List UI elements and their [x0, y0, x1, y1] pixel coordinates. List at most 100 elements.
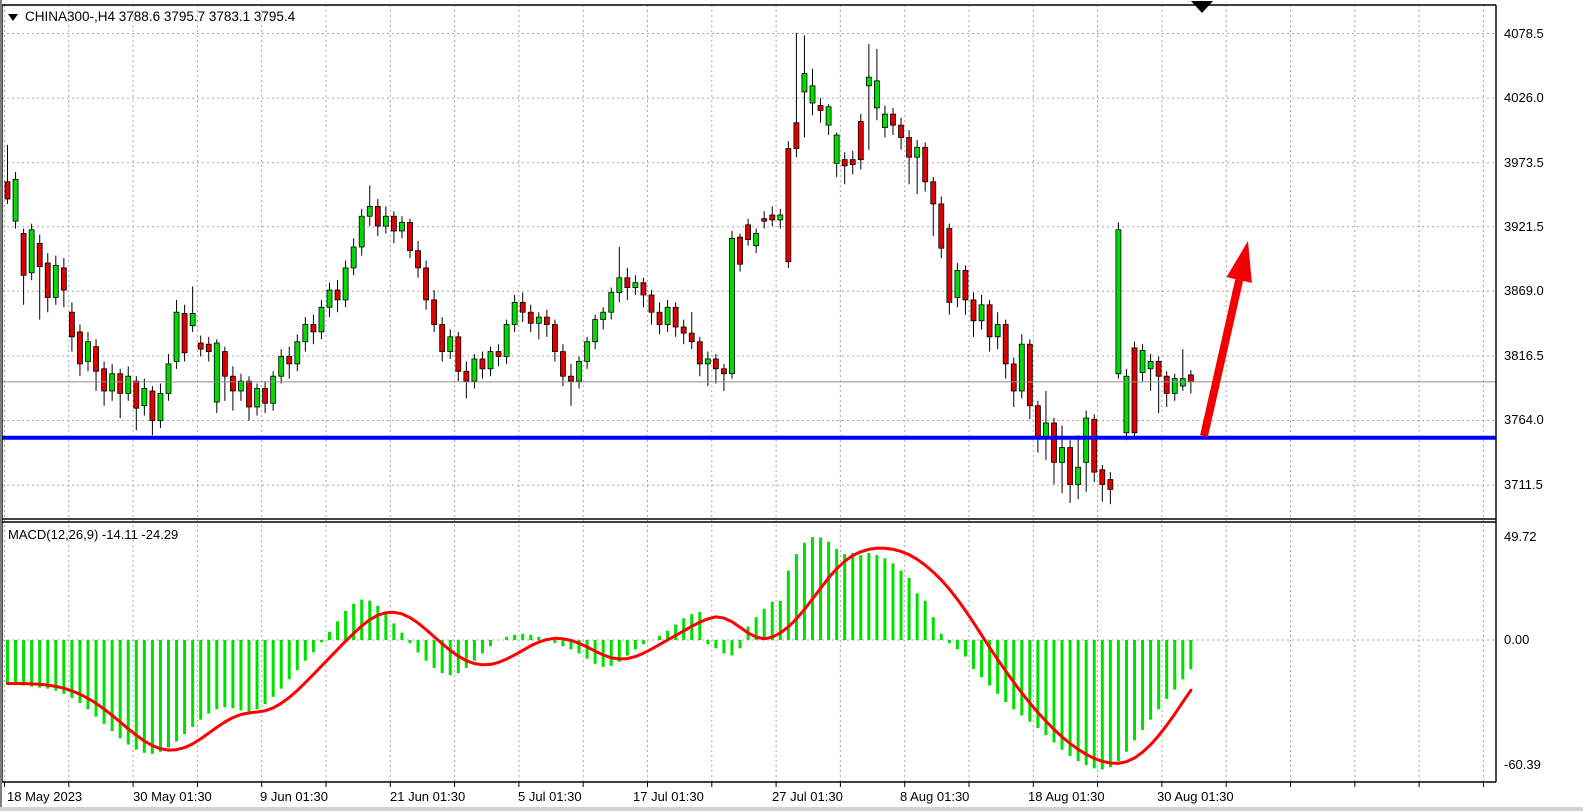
bull-candle: [995, 325, 1000, 337]
bear-candle: [681, 327, 686, 333]
trend-arrow[interactable]: [1204, 241, 1252, 436]
bull-candle: [955, 270, 960, 297]
symbol-dropdown-icon[interactable]: [8, 14, 18, 21]
bull-candle: [279, 357, 284, 377]
bear-candle: [697, 342, 702, 364]
bear-candle: [762, 219, 767, 221]
symbol-title-text: CHINA300-,H4 3788.6 3795.7 3783.1 3795.4: [25, 9, 295, 25]
window-left-edge: [0, 0, 2, 807]
bull-candle: [802, 73, 807, 91]
bear-candle: [37, 243, 42, 266]
bull-candle: [617, 278, 622, 293]
bear-candle: [311, 325, 316, 332]
bear-candle: [206, 344, 211, 351]
chart-window: CHINA300-,H4 3788.6 3795.7 3783.1 3795.4…: [0, 0, 1583, 811]
bull-candle: [1019, 344, 1024, 391]
bull-candle: [882, 114, 887, 128]
current-price-badge: 3795.4: [1497, 373, 1574, 390]
bear-candle: [560, 352, 565, 377]
bull-candle: [874, 81, 879, 108]
bull-candle: [536, 317, 541, 323]
time-axis-label: 30 Aug 01:30: [1157, 789, 1234, 805]
bear-candle: [649, 295, 654, 312]
bull-candle: [1124, 376, 1129, 433]
bull-candle: [593, 320, 598, 342]
bear-candle: [102, 369, 107, 391]
bear-candle: [1188, 375, 1193, 382]
bear-candle: [1011, 364, 1016, 391]
macd-indicator-label: MACD(12,26,9) -14.11 -24.29: [8, 527, 178, 543]
bull-candle: [13, 179, 18, 221]
bull-candle: [609, 293, 614, 313]
bear-candle: [544, 317, 549, 324]
bull-candle: [778, 215, 783, 220]
bear-candle: [842, 160, 847, 166]
macd-axis-tick: 0.00: [1504, 632, 1529, 648]
symbol-title: CHINA300-,H4 3788.6 3795.7 3783.1 3795.4: [8, 9, 295, 25]
bull-candle: [705, 359, 710, 364]
bear-candle: [247, 381, 252, 407]
bull-candle: [158, 393, 163, 420]
bear-candle: [528, 312, 533, 323]
bull-candle: [866, 77, 871, 86]
bear-candle: [263, 388, 268, 403]
time-axis-label: 18 May 2023: [7, 789, 82, 805]
bear-candle: [721, 369, 726, 374]
bear-candle: [923, 147, 928, 181]
bear-candle: [416, 251, 421, 268]
bull-candle: [303, 325, 308, 342]
bull-candle: [472, 359, 477, 381]
bull-candle: [665, 307, 670, 324]
bear-candle: [947, 229, 952, 303]
time-axis-label: 21 Jun 01:30: [390, 789, 465, 805]
bear-candle: [1052, 423, 1057, 462]
bear-candle: [939, 204, 944, 248]
candlestick-series: [5, 33, 1193, 504]
bull-candle: [399, 222, 404, 231]
bear-candle: [641, 283, 646, 295]
bull-candle: [512, 302, 517, 324]
chart-canvas[interactable]: [0, 0, 1583, 811]
price-axis-tick: 3973.5: [1504, 155, 1544, 171]
bear-candle: [21, 233, 26, 275]
bear-candle: [222, 352, 227, 377]
bear-candle: [850, 160, 855, 165]
bull-candle: [1172, 379, 1177, 394]
bear-candle: [1108, 480, 1113, 490]
bull-candle: [295, 342, 300, 364]
bear-candle: [907, 137, 912, 157]
bull-candle: [979, 305, 984, 321]
bull-candle: [190, 313, 195, 325]
corner-triangle-icon: [1191, 1, 1213, 13]
bull-candle: [327, 290, 332, 307]
bear-candle: [496, 352, 501, 357]
bull-candle: [383, 216, 388, 226]
price-axis-tick: 4078.5: [1504, 26, 1544, 42]
bear-candle: [713, 359, 718, 369]
bear-candle: [738, 237, 743, 264]
bear-candle: [1027, 344, 1032, 406]
bear-candle: [899, 125, 904, 137]
bull-candle: [29, 230, 34, 273]
bear-candle: [198, 343, 203, 349]
time-axis-label: 17 Jul 01:30: [633, 789, 704, 805]
bear-candle: [673, 307, 678, 327]
bear-candle: [987, 305, 992, 337]
bear-candle: [134, 381, 139, 408]
bull-candle: [86, 342, 91, 362]
bull-candle: [367, 206, 372, 216]
bear-candle: [746, 225, 751, 240]
bear-candle: [118, 374, 123, 394]
window-bottom-edge: [0, 807, 1583, 811]
bear-candle: [408, 222, 413, 250]
time-axis-label: 8 Aug 01:30: [900, 789, 969, 805]
bear-candle: [858, 121, 863, 159]
bear-candle: [391, 216, 396, 231]
bull-candle: [577, 361, 582, 381]
bull-candle: [448, 337, 453, 352]
bull-candle: [238, 381, 243, 391]
bull-candle: [915, 147, 920, 157]
bull-candle: [1060, 448, 1065, 463]
price-axis-tick: 4026.0: [1504, 90, 1544, 106]
bull-candle: [488, 352, 493, 369]
